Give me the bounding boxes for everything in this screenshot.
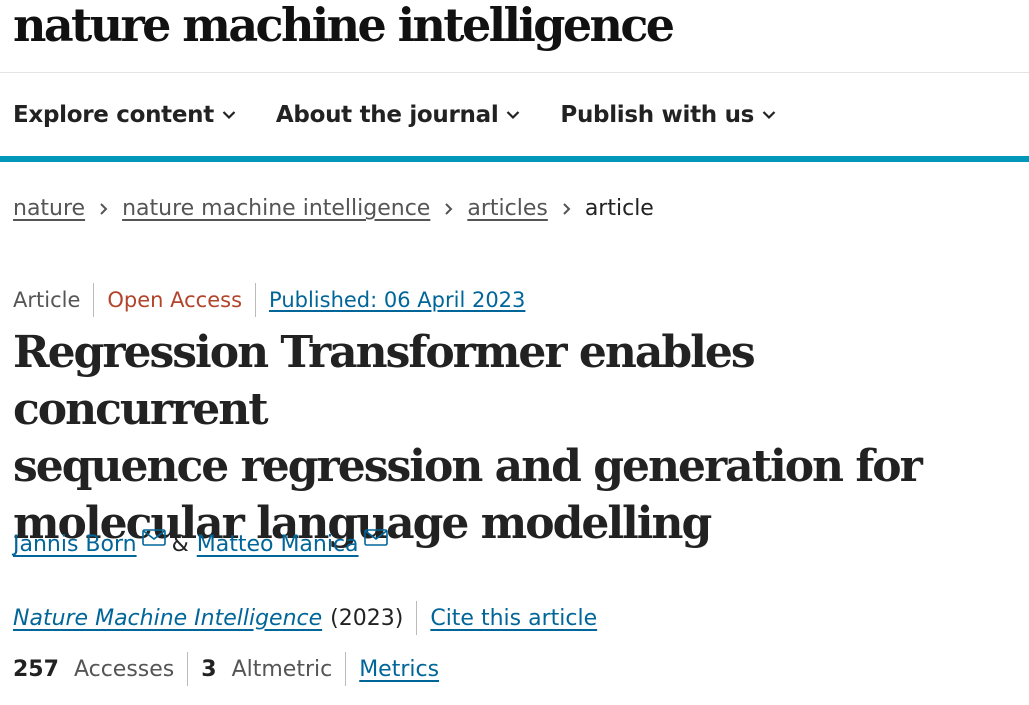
altmetric-count: 3 (201, 656, 217, 682)
breadcrumb-articles[interactable]: articles (467, 196, 547, 221)
article-meta: Article Open Access Published: 06 April … (13, 283, 525, 317)
title-line: Regression Transformer enables concurren… (13, 327, 756, 435)
breadcrumb-current: article (584, 196, 654, 221)
altmetric-label: Altmetric (231, 656, 333, 682)
mail-icon[interactable] (363, 529, 388, 546)
nav-explore-content[interactable]: Explore content (13, 102, 236, 128)
metrics-row: 257 Accesses 3 Altmetric Metrics (13, 652, 439, 686)
nav-about-journal[interactable]: About the journal (276, 102, 521, 128)
divider (255, 283, 257, 317)
breadcrumb: nature nature machine intelligence artic… (13, 196, 654, 221)
divider (416, 601, 418, 635)
open-access-badge: Open Access (107, 288, 243, 312)
chevron-down-icon (507, 110, 520, 119)
title-line: sequence regression and generation for (13, 441, 923, 492)
cite-article-link[interactable]: Cite this article (430, 606, 597, 631)
divider (93, 283, 95, 317)
accesses-label: Accesses (73, 656, 175, 682)
author-link[interactable]: Jannis Born (13, 532, 137, 557)
metrics-link[interactable]: Metrics (359, 657, 439, 682)
nav-publish-with-us[interactable]: Publish with us (560, 102, 776, 128)
accesses-count: 257 (13, 656, 59, 682)
article-type: Article (13, 288, 81, 312)
nav-item-label: Explore content (13, 101, 214, 128)
site-header: nature machine intelligence (0, 0, 1029, 73)
citation-row: Nature Machine Intelligence (2023) Cite … (13, 601, 597, 635)
author-separator: & (171, 532, 189, 557)
chevron-right-icon (562, 202, 571, 216)
divider (187, 652, 189, 686)
journal-link[interactable]: Nature Machine Intelligence (13, 606, 322, 631)
publication-year: (2023) (330, 605, 404, 631)
published-date-link[interactable]: Published: 06 April 2023 (269, 288, 525, 312)
divider (345, 652, 347, 686)
nav-item-label: About the journal (275, 101, 499, 128)
chevron-down-icon (222, 110, 236, 119)
chevron-right-icon (99, 202, 108, 216)
author-list: Jannis Born & Matteo Manica (13, 529, 388, 557)
breadcrumb-journal[interactable]: nature machine intelligence (122, 196, 430, 221)
breadcrumb-nature[interactable]: nature (13, 196, 85, 221)
mail-icon[interactable] (141, 529, 166, 546)
author-link[interactable]: Matteo Manica (197, 532, 359, 557)
chevron-down-icon (762, 110, 776, 119)
nav-item-label: Publish with us (560, 101, 755, 128)
article-title: Regression Transformer enables concurren… (13, 324, 1013, 552)
main-nav: Explore content About the journal Publis… (0, 73, 1029, 162)
journal-logo[interactable]: nature machine intelligence (13, 0, 675, 52)
chevron-right-icon (444, 202, 453, 216)
